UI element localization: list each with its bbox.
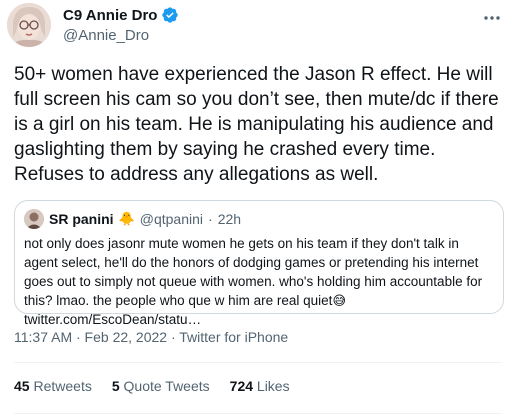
quote-tweets-stat[interactable]: 5 Quote Tweets [112,378,210,394]
tweet-timestamp[interactable]: 11:37 AM · Feb 22, 2022 · Twitter for iP… [14,329,288,345]
divider [14,413,502,414]
author-handle[interactable]: @Annie_Dro [63,27,149,44]
avatar[interactable] [7,3,51,47]
quoted-handle: @qtpanini [139,211,204,227]
retweets-label: Retweets [33,378,92,394]
retweets-count: 45 [14,378,30,394]
tweet-text: 50+ women have experienced the Jason R e… [14,64,499,185]
tweet-card: C9 Annie Dro @Annie_Dro 50+ women have e… [0,0,516,418]
verified-badge-icon [161,6,179,24]
quoted-separator: · [208,211,213,227]
quoted-tweet-text: not only does jasonr mute women he gets … [24,234,496,329]
author-display-name[interactable]: C9 Annie Dro [63,7,157,24]
quoted-text: not only does jasonr mute women he gets … [24,236,483,308]
quoted-tweet-header: SR panini 🐥 @qtpanini · 22h [24,209,241,229]
divider [14,362,502,363]
engagement-stats: 45 Retweets 5 Quote Tweets 724 Likes [14,378,290,394]
likes-stat[interactable]: 724 Likes [230,378,290,394]
quoted-tweet[interactable]: SR panini 🐥 @qtpanini · 22h not only doe… [14,200,504,327]
likes-label: Likes [256,378,290,394]
chick-emoji-icon: 🐥 [118,211,135,226]
quoted-display-name: SR panini [49,211,114,227]
author-name-row[interactable]: C9 Annie Dro [63,6,179,24]
quotes-label: Quote Tweets [123,378,210,394]
quoted-link[interactable]: twitter.com/EscoDean/statu… [24,312,201,327]
likes-count: 724 [229,378,254,394]
quoted-age: 22h [217,211,242,227]
sweat-smile-emoji-icon: 😅 [332,293,346,308]
retweets-stat[interactable]: 45 Retweets [14,378,92,394]
quoted-avatar [24,209,44,229]
more-options-icon[interactable] [482,8,502,28]
quotes-count: 5 [111,378,120,394]
